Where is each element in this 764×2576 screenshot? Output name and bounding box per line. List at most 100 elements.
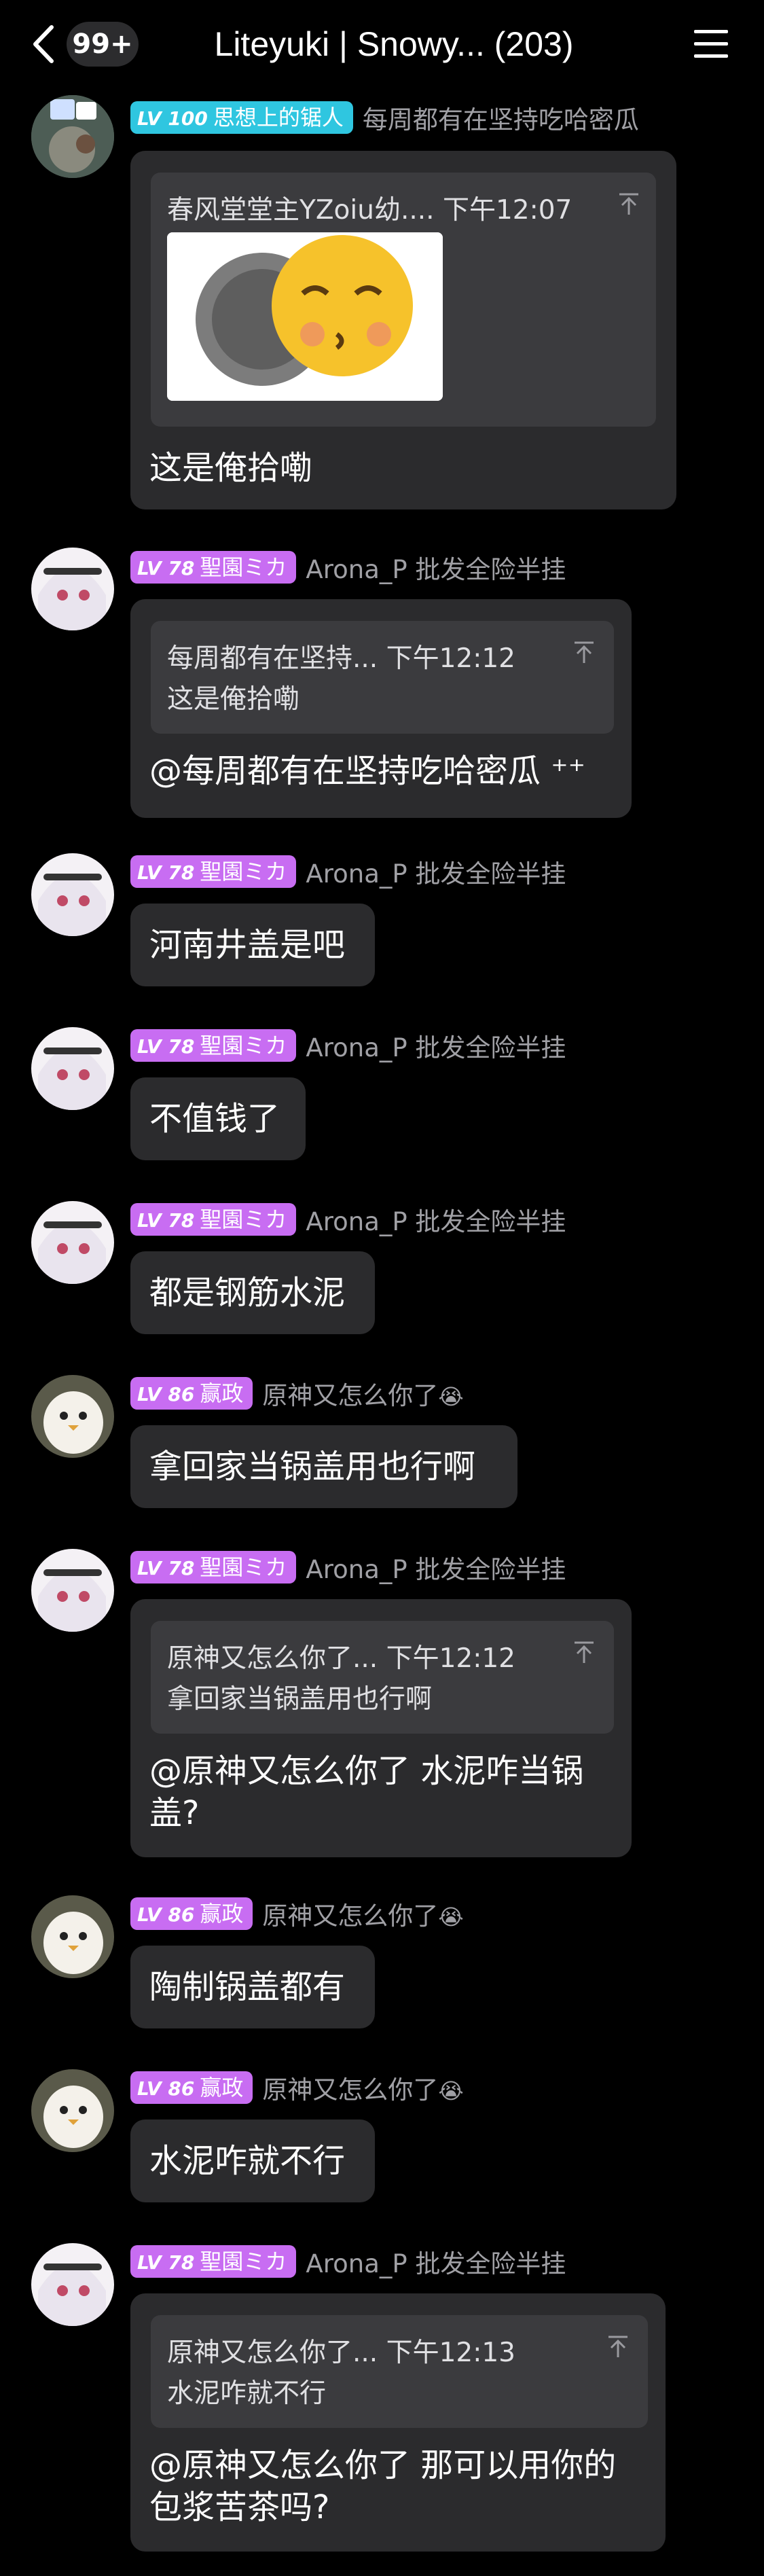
avatar[interactable] (31, 548, 114, 630)
sender-name[interactable]: 原神又怎么你了😭 (262, 1375, 463, 1412)
group-title: 聖園ミカ (200, 1033, 287, 1058)
message-text-line: 盖? (149, 1794, 200, 1832)
pin-icon[interactable] (606, 2334, 630, 2359)
group-title: 聖園ミカ (200, 2249, 287, 2274)
level-text: LV 86 (137, 2077, 195, 2100)
sender-name[interactable]: 原神又怎么你了😭 (262, 1895, 463, 1932)
sender-name[interactable]: 原神又怎么你了😭 (262, 2069, 463, 2106)
pin-icon[interactable] (572, 1640, 596, 1664)
group-title: 聖園ミカ (200, 1206, 287, 1232)
sender-meta: LV 86 赢政 原神又怎么你了😭 (130, 1375, 464, 1412)
level-badge: LV 78 聖園ミカ (130, 1029, 297, 1062)
sender-name[interactable]: 每周都有在坚持吃哈密瓜 (363, 99, 639, 136)
level-badge: LV 86 赢政 (130, 2071, 253, 2104)
back-icon[interactable] (24, 20, 65, 68)
sender-name[interactable]: Arona_P 批发全险半挂 (306, 549, 566, 586)
message-text: 都是钢筋水泥 (149, 1274, 346, 1312)
message-bubble[interactable]: 拿回家当锅盖用也行啊 (130, 1425, 517, 1508)
chat-title[interactable]: Liteyuki | Snowy... (203) (183, 19, 604, 69)
level-badge: LV 78 聖園ミカ (130, 855, 297, 888)
crying-emoji-icon: 😭 (438, 1384, 464, 1410)
group-title: 赢政 (200, 1380, 244, 1406)
message-item: LV 86 赢政 原神又怎么你了😭 拿回家当锅盖用也行啊 (0, 1375, 764, 1511)
message-text-line: @原神又怎么你了 那可以用你的 (149, 2446, 617, 2484)
sender-name-text: 原神又怎么你了 (262, 1901, 439, 1931)
sender-meta: LV 78 聖園ミカ Arona_P 批发全险半挂 (130, 1027, 566, 1064)
avatar[interactable] (31, 1027, 114, 1110)
quote-body: 拿回家当锅盖用也行啊 (167, 1684, 433, 1715)
sender-name[interactable]: Arona_P 批发全险半挂 (306, 1549, 566, 1586)
sender-meta: LV 78 聖園ミカ Arona_P 批发全险半挂 (130, 1201, 566, 1238)
message-text: @原神又怎么你了 那可以用你的 包浆苦茶吗? (149, 2444, 616, 2528)
avatar[interactable] (31, 1375, 114, 1458)
unread-count-badge[interactable]: 99+ (67, 22, 139, 67)
sender-name-text: 原神又怎么你了 (262, 2075, 439, 2105)
level-badge: LV 100 思想上的锯人 (130, 101, 353, 134)
crying-emoji-icon: 😭 (438, 2078, 464, 2104)
message-text: 陶制锅盖都有 (149, 1968, 346, 2006)
quote-body: 水泥咋就不行 (167, 2378, 327, 2409)
level-text: LV 78 (137, 1557, 195, 1579)
level-badge: LV 78 聖園ミカ (130, 1551, 297, 1584)
quoted-message[interactable]: 原神又怎么你了... 下午12:12 拿回家当锅盖用也行啊 (151, 1621, 614, 1734)
level-badge: LV 86 赢政 (130, 1377, 253, 1410)
message-bubble[interactable]: 原神又怎么你了... 下午12:13 水泥咋就不行 @原神又怎么你了 那可以用你… (130, 2293, 666, 2552)
level-badge: LV 86 赢政 (130, 1897, 253, 1930)
avatar[interactable] (31, 1201, 114, 1284)
pin-icon[interactable] (617, 192, 641, 216)
quote-body: 这是俺拾嘞 (167, 684, 300, 715)
sender-name[interactable]: Arona_P 批发全险半挂 (306, 853, 566, 890)
sender-name[interactable]: Arona_P 批发全险半挂 (306, 2243, 566, 2280)
message-bubble[interactable]: 原神又怎么你了... 下午12:12 拿回家当锅盖用也行啊 @原神又怎么你了 水… (130, 1599, 632, 1857)
sender-meta: LV 86 赢政 原神又怎么你了😭 (130, 1895, 464, 1932)
avatar[interactable] (31, 853, 114, 936)
message-text: 拿回家当锅盖用也行啊 (149, 1448, 476, 1486)
avatar[interactable] (31, 1895, 114, 1978)
message-text: 这是俺拾嘞 (149, 449, 313, 487)
level-text: LV 78 (137, 861, 195, 884)
quote-header: 春风堂堂主YZoiu幼.... 下午12:07 (167, 195, 572, 226)
avatar[interactable] (31, 2069, 114, 2152)
sender-meta: LV 78 聖園ミカ Arona_P 批发全险半挂 (130, 1549, 566, 1586)
chat-header: 99+ Liteyuki | Snowy... (203) (0, 0, 764, 88)
message-bubble[interactable]: 都是钢筋水泥 (130, 1251, 375, 1334)
quoted-message[interactable]: 每周都有在坚持... 下午12:12 这是俺拾嘞 (151, 621, 614, 734)
menu-icon[interactable] (693, 26, 729, 62)
level-badge: LV 78 聖園ミカ (130, 551, 297, 584)
message-bubble[interactable]: 陶制锅盖都有 (130, 1946, 375, 2028)
message-item: LV 78 聖園ミカ Arona_P 批发全险半挂 原神又怎么你了... 下午12:… (0, 1549, 764, 1861)
message-item: LV 78 聖園ミカ Arona_P 批发全险半挂 原神又怎么你了... 下午12:… (0, 2243, 764, 2569)
sender-name[interactable]: Arona_P 批发全险半挂 (306, 1027, 566, 1064)
level-badge: LV 78 聖園ミカ (130, 1203, 297, 1236)
message-text-line: @原神又怎么你了 水泥咋当锅 (149, 1752, 584, 1790)
level-text: LV 86 (137, 1903, 195, 1926)
message-text: 水泥咋就不行 (149, 2142, 346, 2180)
group-title: 思想上的锯人 (213, 105, 344, 130)
group-title: 聖園ミカ (200, 859, 287, 884)
message-item: LV 100 思想上的锯人 每周都有在坚持吃哈密瓜 春风堂堂主YZoiu幼.... … (0, 95, 764, 516)
pin-icon[interactable] (572, 640, 596, 664)
crying-emoji-icon: 😭 (438, 1904, 464, 1930)
sender-name[interactable]: Arona_P 批发全险半挂 (306, 1201, 566, 1238)
message-bubble[interactable]: 春风堂堂主YZoiu幼.... 下午12:07 这是俺拾嘞 (130, 151, 676, 509)
message-bubble[interactable]: 不值钱了 (130, 1077, 306, 1160)
group-title: 赢政 (200, 1901, 244, 1927)
message-bubble[interactable]: 水泥咋就不行 (130, 2119, 375, 2202)
sender-meta: LV 86 赢政 原神又怎么你了😭 (130, 2069, 464, 2106)
message-text: @每周都有在坚持吃哈密瓜 ⁺⁺ (149, 752, 585, 790)
quoted-message[interactable]: 原神又怎么你了... 下午12:13 水泥咋就不行 (151, 2315, 648, 2428)
sender-meta: LV 78 聖園ミカ Arona_P 批发全险半挂 (130, 2243, 566, 2280)
message-text-line: 包浆苦茶吗? (149, 2488, 330, 2526)
group-title: 聖園ミカ (200, 1554, 287, 1580)
avatar[interactable] (31, 1549, 114, 1632)
level-text: LV 100 (137, 107, 208, 130)
avatar[interactable] (31, 2243, 114, 2326)
message-bubble[interactable]: 河南井盖是吧 (130, 904, 375, 986)
quoted-image[interactable] (167, 232, 443, 401)
level-text: LV 78 (137, 557, 195, 579)
quoted-message[interactable]: 春风堂堂主YZoiu幼.... 下午12:07 (151, 173, 656, 427)
group-title: 赢政 (200, 2075, 244, 2100)
avatar[interactable] (31, 95, 114, 178)
message-item: LV 86 赢政 原神又怎么你了😭 陶制锅盖都有 (0, 1895, 764, 2031)
message-bubble[interactable]: 每周都有在坚持... 下午12:12 这是俺拾嘞 @每周都有在坚持吃哈密瓜 ⁺⁺ (130, 599, 632, 818)
